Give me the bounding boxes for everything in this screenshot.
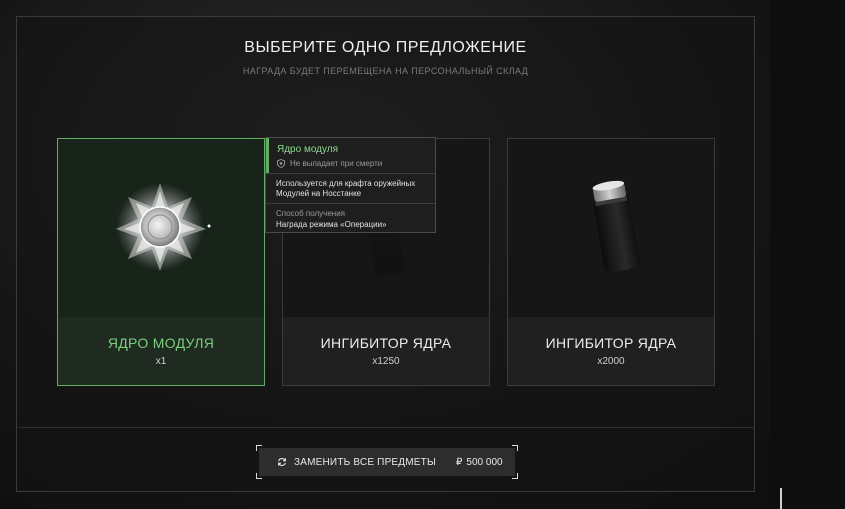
background-edge [770, 0, 845, 509]
page-title: ВЫБЕРИТЕ ОДНО ПРЕДЛОЖЕНИЕ [244, 39, 527, 56]
tooltip-title: Ядро модуля [277, 144, 339, 155]
core-inhibitor-canister-icon [592, 180, 641, 273]
footer-divider [17, 427, 754, 428]
replace-price: 500 000 [466, 456, 503, 468]
tooltip-description: Используется для крафта оружейных Модуле… [276, 179, 416, 198]
replace-all-control: ЗАМЕНИТЬ ВСЕ ПРЕДМЕТЫ ₽ 500 000 [256, 445, 518, 479]
offer-qty: x2000 [597, 356, 625, 367]
card-footer [58, 317, 264, 385]
page-subtitle: НАГРАДА БУДЕТ ПЕРЕМЕЩЕНА НА ПЕРСОНАЛЬНЫЙ… [242, 66, 529, 76]
scroll-marker [780, 488, 782, 509]
module-core-crystal-icon [116, 183, 211, 271]
tooltip-divider [266, 203, 435, 204]
replace-all-label: ЗАМЕНИТЬ ВСЕ ПРЕДМЕТЫ [294, 456, 437, 468]
offer-name: ИНГИБИТОР ЯДРА [320, 335, 452, 351]
tooltip-source-label: Способ получения [276, 209, 346, 218]
offer-name: ИНГИБИТОР ЯДРА [545, 335, 677, 351]
item-tooltip: Ядро модуля Не выпадает при смерти Испол… [265, 137, 436, 233]
offer-card-module-core[interactable]: ЯДРО МОДУЛЯ x1 [57, 138, 265, 386]
refresh-icon [278, 458, 286, 466]
offer-qty: x1 [155, 356, 167, 367]
offer-qty: x1250 [372, 356, 400, 367]
tooltip-source: Награда режима «Операции» [276, 220, 387, 229]
tooltip-death-note: Не выпадает при смерти [277, 159, 382, 168]
offer-panel: ВЫБЕРИТЕ ОДНО ПРЕДЛОЖЕНИЕ НАГРАДА БУДЕТ … [16, 16, 755, 492]
card-footer [283, 317, 489, 385]
card-footer [508, 317, 714, 385]
death-note-text: Не выпадает при смерти [290, 159, 383, 168]
shield-icon [277, 159, 285, 168]
tooltip-header: Ядро модуля Не выпадает при смерти [266, 138, 435, 173]
offer-name: ЯДРО МОДУЛЯ [107, 335, 215, 351]
tooltip-divider [266, 173, 435, 174]
currency-icon: ₽ [456, 456, 463, 468]
offer-card-core-inhibitor-2000[interactable]: ИНГИБИТОР ЯДРА x2000 [507, 138, 715, 386]
replace-all-button[interactable]: ЗАМЕНИТЬ ВСЕ ПРЕДМЕТЫ ₽ 500 000 [259, 448, 515, 476]
